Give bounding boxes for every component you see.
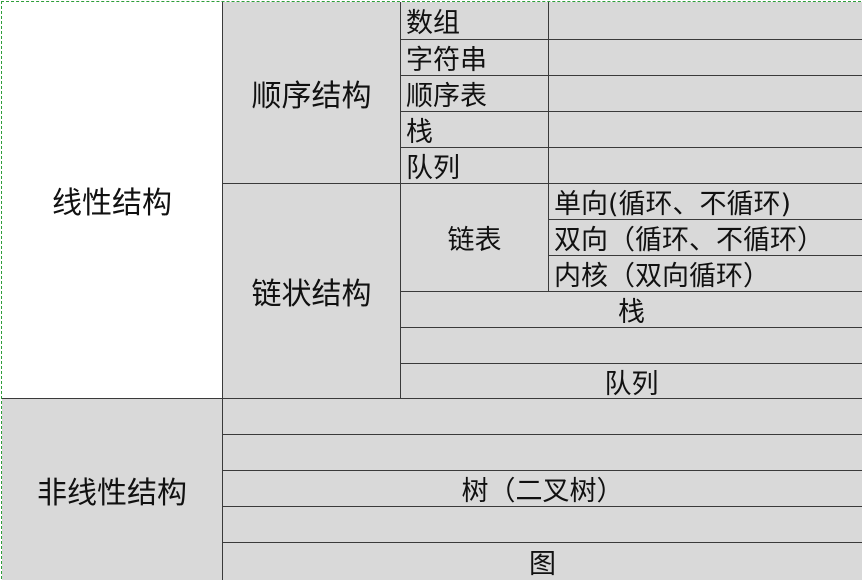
linked-list-variant-label: 内核（双向循环） [554, 261, 770, 292]
sequential-item-queue: 队列 [401, 148, 549, 184]
empty-cell [223, 399, 862, 435]
linked-list-variant-singly: 单向(循环、不循环) [549, 184, 862, 220]
empty-cell [549, 148, 862, 184]
chained-queue-cell: 队列 [401, 364, 862, 399]
empty-cell [401, 328, 862, 364]
empty-cell [223, 435, 862, 471]
graph-cell: 图 [223, 543, 862, 580]
sequential-item-label: 数组 [406, 8, 460, 39]
linked-list-variant-kernel: 内核（双向循环） [549, 256, 862, 292]
linked-list-variant-label: 双向（循环、不循环） [554, 225, 824, 256]
chained-stack-label: 栈 [618, 297, 645, 328]
chained-queue-label: 队列 [604, 368, 659, 399]
sequential-item-array: 数组 [401, 2, 549, 40]
linear-structure-label: 线性结构 [52, 186, 172, 221]
sequential-item-seqlist: 顺序表 [401, 76, 549, 112]
linked-list-label: 链表 [447, 225, 502, 256]
graph-label: 图 [529, 549, 556, 580]
linked-list-cell: 链表 [401, 184, 549, 292]
data-structure-table: 线性结构 非线性结构 顺序结构 链状结构 数组 字符串 顺序表 栈 队列 链表 … [1, 1, 862, 580]
tree-label: 树（二叉树） [461, 476, 624, 507]
empty-cell [549, 2, 862, 40]
sequential-structure-label: 顺序结构 [251, 78, 372, 114]
sequential-item-string: 字符串 [401, 40, 549, 76]
sequential-item-label: 队列 [406, 153, 460, 184]
linked-list-variant-doubly: 双向（循环、不循环） [549, 220, 862, 256]
empty-cell [549, 76, 862, 112]
sequential-item-label: 栈 [406, 117, 433, 148]
tree-cell: 树（二叉树） [223, 471, 862, 507]
nonlinear-structure-label: 非线性结构 [37, 475, 187, 511]
sequential-item-stack: 栈 [401, 112, 549, 148]
empty-cell [549, 112, 862, 148]
sequential-structure-cell: 顺序结构 [223, 2, 401, 184]
chained-structure-label: 链状结构 [251, 277, 372, 312]
linked-list-variant-label: 单向(循环、不循环) [554, 189, 792, 220]
sequential-item-label: 字符串 [406, 45, 487, 76]
sequential-item-label: 顺序表 [406, 81, 487, 112]
empty-cell [223, 507, 862, 543]
linear-structure-cell: 线性结构 [2, 2, 223, 399]
empty-cell [549, 40, 862, 76]
nonlinear-structure-cell: 非线性结构 [2, 399, 223, 580]
chained-structure-cell: 链状结构 [223, 184, 401, 399]
chained-stack-cell: 栈 [401, 292, 862, 328]
